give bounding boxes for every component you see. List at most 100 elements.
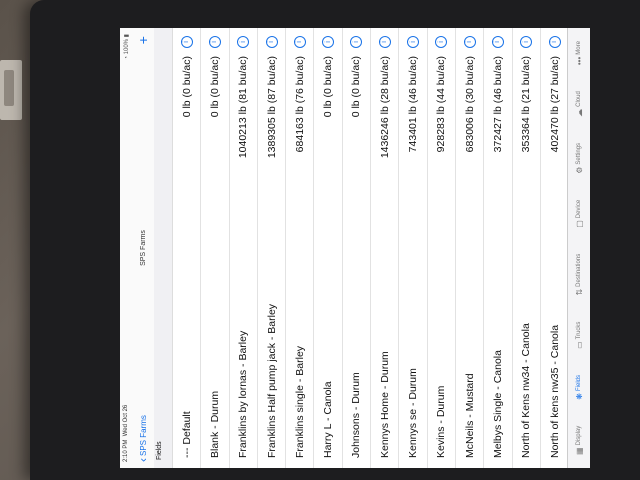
- field-name: Harry L - Canola: [322, 381, 335, 458]
- info-icon[interactable]: i: [322, 36, 335, 48]
- info-icon[interactable]: i: [350, 36, 363, 48]
- tab-display[interactable]: ▦ Display: [575, 426, 584, 455]
- info-icon[interactable]: i: [265, 36, 278, 48]
- field-name: Franklins by lornas - Barley: [237, 330, 250, 458]
- field-yield: 0 lb (0 bu/ac): [208, 56, 221, 118]
- cloud-icon: ☁: [574, 108, 584, 117]
- field-yield-group: 353364 lb (21 bu/ac) i: [520, 36, 533, 153]
- fields-icon: ❋: [574, 392, 584, 400]
- info-icon[interactable]: i: [378, 36, 391, 48]
- field-name: --- Default: [180, 411, 193, 458]
- field-row[interactable]: North of Kens nw34 - Canola 353364 lb (21…: [512, 28, 541, 468]
- info-icon[interactable]: i: [407, 36, 420, 48]
- field-name: North of Kens nw34 - Canola: [520, 323, 533, 458]
- tab-label: Fields: [576, 374, 582, 391]
- info-icon[interactable]: i: [548, 36, 561, 48]
- tablet-device: 2:10 PM Wed Oct 26 ◔ 100% ▮ ‹ SPS Farms …: [30, 0, 640, 480]
- tab-destinations[interactable]: ⇅ Destinations: [575, 254, 584, 296]
- field-row[interactable]: Harry L - Canola 0 lb (0 bu/ac) i: [314, 28, 343, 468]
- field-yield-group: 1436246 lb (28 bu/ac) i: [378, 36, 391, 159]
- field-yield-group: 372427 lb (46 bu/ac) i: [491, 36, 504, 153]
- more-icon: •••: [574, 56, 584, 66]
- field-row[interactable]: Kevins - Durum 928283 lb (44 bu/ac) i: [427, 28, 456, 468]
- tab-device[interactable]: ▢ Device: [575, 200, 584, 228]
- field-yield-group: 0 lb (0 bu/ac) i: [322, 36, 335, 117]
- field-name: Franklins Half pump jack - Barley: [265, 303, 278, 458]
- tab-trucks[interactable]: ▭ Trucks: [575, 322, 584, 349]
- info-icon[interactable]: i: [293, 36, 306, 48]
- tab-bar: ▦ Display ❋ Fields ▭ Trucks ⇅ Destinations ▢ Devi…: [567, 28, 590, 468]
- field-yield: 1040213 lb (81 bu/ac): [237, 56, 250, 159]
- battery-icon: ▮: [123, 34, 130, 38]
- info-icon[interactable]: i: [237, 36, 250, 48]
- field-yield: 1436246 lb (28 bu/ac): [378, 56, 391, 159]
- field-yield: 1389305 lb (87 bu/ac): [265, 56, 278, 159]
- field-yield: 402470 lb (27 bu/ac): [548, 56, 561, 153]
- field-yield-group: 0 lb (0 bu/ac) i: [180, 36, 193, 118]
- tab-label: Settings: [576, 142, 582, 165]
- field-row[interactable]: Franklins by lornas - Barley 1040213 lb (…: [229, 28, 258, 468]
- tab-label: More: [576, 41, 582, 55]
- info-icon[interactable]: i: [463, 36, 476, 48]
- status-time: 2:10 PM Wed Oct 26: [123, 404, 129, 462]
- field-row[interactable]: Melbys Single - Canola 372427 lb (46 bu/a…: [484, 28, 513, 468]
- tab-label: Display: [576, 425, 582, 446]
- field-yield-group: 1389305 lb (87 bu/ac) i: [265, 36, 278, 159]
- tab-cloud[interactable]: ☁ Cloud: [575, 91, 584, 117]
- field-row[interactable]: --- Default 0 lb (0 bu/ac) i: [173, 28, 202, 468]
- background-hinge-detail: [4, 70, 14, 106]
- field-name: McNeils - Mustard: [463, 373, 476, 458]
- wifi-icon: ◔: [123, 56, 130, 60]
- field-row[interactable]: McNeils - Mustard 683006 lb (30 bu/ac) i: [455, 28, 485, 468]
- info-icon[interactable]: i: [180, 36, 193, 48]
- status-bar: 2:10 PM Wed Oct 26 ◔ 100% ▮: [120, 28, 132, 468]
- field-row[interactable]: Johnsons - Durum 0 lb (0 bu/ac) i: [342, 28, 372, 468]
- field-row[interactable]: North of kens nw35 - Canola 402470 lb (27…: [540, 28, 570, 468]
- field-row[interactable]: Blank - Durum 0 lb (0 bu/ac) i: [201, 28, 230, 468]
- field-yield: 0 lb (0 bu/ac): [180, 56, 193, 118]
- field-yield: 928283 lb (44 bu/ac): [435, 56, 448, 153]
- field-name: Franklins single - Barley: [293, 345, 306, 458]
- chevron-left-icon: ‹: [136, 458, 150, 462]
- tab-settings[interactable]: ⚙ Settings: [575, 143, 584, 174]
- fields-list: --- Default 0 lb (0 bu/ac) i Blank - Durum 0…: [173, 28, 590, 468]
- field-yield: 353364 lb (21 bu/ac): [520, 56, 533, 153]
- tab-label: Cloud: [576, 91, 582, 107]
- truck-icon: ▭: [574, 341, 584, 349]
- field-yield-group: 1040213 lb (81 bu/ac) i: [237, 36, 250, 159]
- plus-icon[interactable]: +: [135, 36, 151, 44]
- field-yield-group: 683006 lb (30 bu/ac) i: [463, 36, 476, 153]
- navigation-bar: ‹ SPS Farms SPS Farms +: [132, 28, 154, 468]
- field-yield-group: 684163 lb (76 bu/ac) i: [293, 36, 306, 153]
- info-icon[interactable]: i: [208, 36, 221, 48]
- tab-more[interactable]: ••• More: [575, 41, 584, 65]
- field-yield-group: 402470 lb (27 bu/ac) i: [548, 36, 561, 153]
- tab-fields[interactable]: ❋ Fields: [575, 375, 584, 400]
- field-row[interactable]: Kennys se - Durum 743401 lb (46 bu/ac) i: [399, 28, 428, 468]
- info-icon[interactable]: i: [520, 36, 533, 48]
- field-name: Kennys se - Durum: [407, 368, 420, 458]
- field-row[interactable]: Franklins Half pump jack - Barley 1389305…: [257, 28, 287, 468]
- field-yield: 683006 lb (30 bu/ac): [463, 56, 476, 153]
- tab-label: Trucks: [576, 321, 582, 340]
- section-header: Fields: [154, 28, 173, 468]
- field-name: Johnsons - Durum: [350, 372, 363, 458]
- tab-label: Destinations: [576, 253, 582, 287]
- field-yield-group: 0 lb (0 bu/ac) i: [350, 36, 363, 117]
- app-window: 2:10 PM Wed Oct 26 ◔ 100% ▮ ‹ SPS Farms …: [120, 28, 590, 468]
- field-name: Melbys Single - Canola: [491, 350, 504, 458]
- field-yield: 743401 lb (46 bu/ac): [407, 56, 420, 153]
- field-yield: 372427 lb (46 bu/ac): [491, 56, 504, 153]
- display-icon: ▦: [574, 447, 584, 455]
- field-name: Blank - Durum: [208, 390, 221, 458]
- info-icon[interactable]: i: [435, 36, 448, 48]
- field-row[interactable]: Franklins single - Barley 684163 lb (76 b…: [286, 28, 315, 468]
- info-icon[interactable]: i: [491, 36, 504, 48]
- gear-icon: ⚙: [574, 166, 584, 174]
- destinations-icon: ⇅: [574, 288, 584, 296]
- field-row[interactable]: Kennys Home - Durum 1436246 lb (28 bu/ac)…: [371, 28, 400, 468]
- field-yield: 684163 lb (76 bu/ac): [293, 56, 306, 153]
- field-yield-group: 0 lb (0 bu/ac) i: [208, 36, 221, 118]
- back-button[interactable]: ‹ SPS Farms: [136, 415, 150, 462]
- field-yield-group: 928283 lb (44 bu/ac) i: [435, 36, 448, 153]
